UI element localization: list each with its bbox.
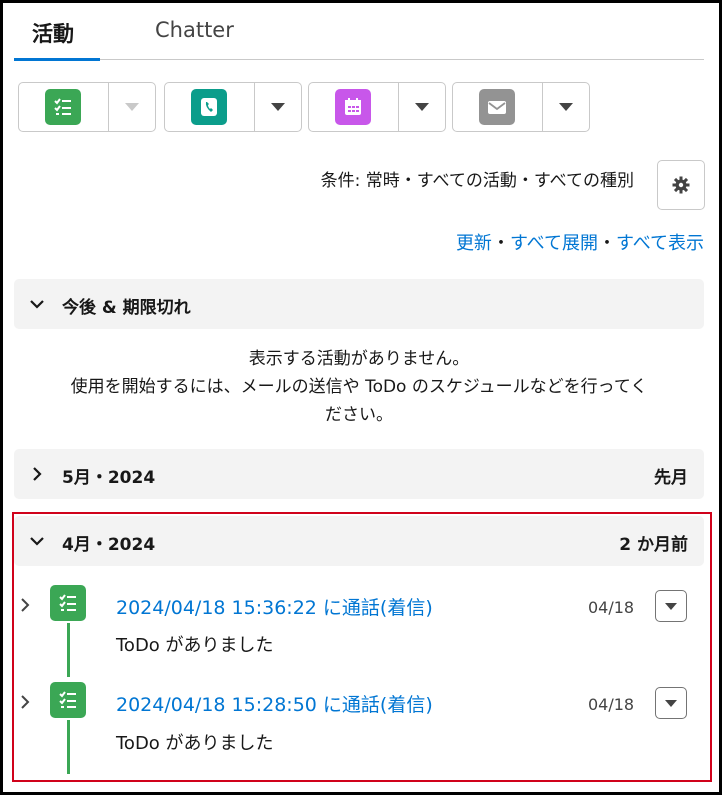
activity-item-title[interactable]: 2024/04/18 15:36:22 に通話(着信) bbox=[116, 593, 433, 620]
chevron-down-icon bbox=[665, 602, 677, 610]
log-call-button-group bbox=[164, 82, 302, 132]
active-tab-indicator bbox=[14, 58, 100, 61]
chevron-right-icon bbox=[33, 467, 42, 481]
empty-state-message: 表示する活動がありません。 使用を開始するには、メールの送信や ToDo のスケ… bbox=[14, 345, 704, 429]
new-event-button-group bbox=[308, 82, 446, 132]
chevron-down-icon bbox=[271, 103, 285, 111]
activity-item-menu-button[interactable] bbox=[655, 687, 687, 719]
log-call-dropdown[interactable] bbox=[255, 83, 301, 131]
task-icon bbox=[45, 89, 81, 125]
timeline-line bbox=[67, 720, 70, 774]
tab-chatter[interactable]: Chatter bbox=[155, 18, 234, 42]
filter-settings-button[interactable] bbox=[657, 160, 705, 210]
link-separator: ・ bbox=[597, 233, 616, 254]
empty-line-1: 表示する活動がありません。 bbox=[248, 349, 470, 369]
activity-links: 更新・すべて展開・すべて表示 bbox=[456, 229, 704, 255]
chevron-down-icon bbox=[559, 103, 573, 111]
new-task-button[interactable] bbox=[19, 83, 109, 131]
send-email-button-group bbox=[452, 82, 590, 132]
chevron-down-icon bbox=[30, 300, 44, 309]
refresh-link[interactable]: 更新 bbox=[456, 233, 492, 254]
section-relative-date: 先月 bbox=[654, 468, 688, 488]
chevron-down-icon bbox=[415, 103, 429, 111]
chevron-down-icon bbox=[665, 699, 677, 707]
section-may-2024[interactable]: 5月・2024 先月 bbox=[14, 449, 704, 499]
section-april-2024[interactable]: 4月・2024 2 か月前 bbox=[14, 516, 704, 566]
section-relative-date: 2 か月前 bbox=[619, 535, 688, 555]
new-task-dropdown[interactable] bbox=[109, 83, 155, 131]
activity-item-menu-button[interactable] bbox=[655, 590, 687, 622]
empty-line-2: 使用を開始するには、メールの送信や ToDo のスケジュールなどを行ってく bbox=[70, 377, 648, 397]
tab-activity[interactable]: 活動 bbox=[32, 18, 74, 48]
section-title: 5月・2024 bbox=[62, 468, 156, 488]
activity-item-title[interactable]: 2024/04/18 15:28:50 に通話(着信) bbox=[116, 690, 433, 717]
activity-item-date: 04/18 bbox=[588, 598, 635, 617]
activity-item-description: ToDo がありました bbox=[116, 635, 274, 656]
view-all-link[interactable]: すべて表示 bbox=[616, 233, 704, 254]
activity-item-date: 04/18 bbox=[588, 695, 635, 714]
call-icon bbox=[191, 89, 227, 125]
filter-summary: 条件: 常時・すべての活動・すべての種別 bbox=[320, 171, 634, 191]
chevron-down-icon bbox=[30, 537, 44, 546]
tab-bar: 活動 Chatter bbox=[14, 12, 704, 61]
gear-icon bbox=[672, 176, 690, 194]
new-event-button[interactable] bbox=[309, 83, 399, 131]
email-icon bbox=[479, 89, 515, 125]
chevron-down-icon bbox=[125, 103, 139, 111]
calendar-icon bbox=[335, 89, 371, 125]
section-title: 4月・2024 bbox=[62, 535, 156, 555]
expand-item-chevron-icon[interactable] bbox=[18, 596, 32, 614]
task-icon bbox=[50, 585, 86, 621]
link-separator: ・ bbox=[491, 233, 510, 254]
log-call-button[interactable] bbox=[165, 83, 255, 131]
send-email-dropdown[interactable] bbox=[543, 83, 589, 131]
task-icon bbox=[50, 682, 86, 718]
section-upcoming-overdue[interactable]: 今後 & 期限切れ bbox=[14, 279, 704, 329]
timeline-line bbox=[67, 623, 70, 677]
expand-all-link[interactable]: すべて展開 bbox=[510, 233, 598, 254]
expand-item-chevron-icon[interactable] bbox=[18, 693, 32, 711]
new-task-button-group bbox=[18, 82, 156, 132]
new-event-dropdown[interactable] bbox=[399, 83, 445, 131]
activity-item-description: ToDo がありました bbox=[116, 733, 274, 754]
send-email-button[interactable] bbox=[453, 83, 543, 131]
section-title: 今後 & 期限切れ bbox=[62, 298, 191, 318]
empty-line-3: ださい。 bbox=[325, 405, 393, 425]
